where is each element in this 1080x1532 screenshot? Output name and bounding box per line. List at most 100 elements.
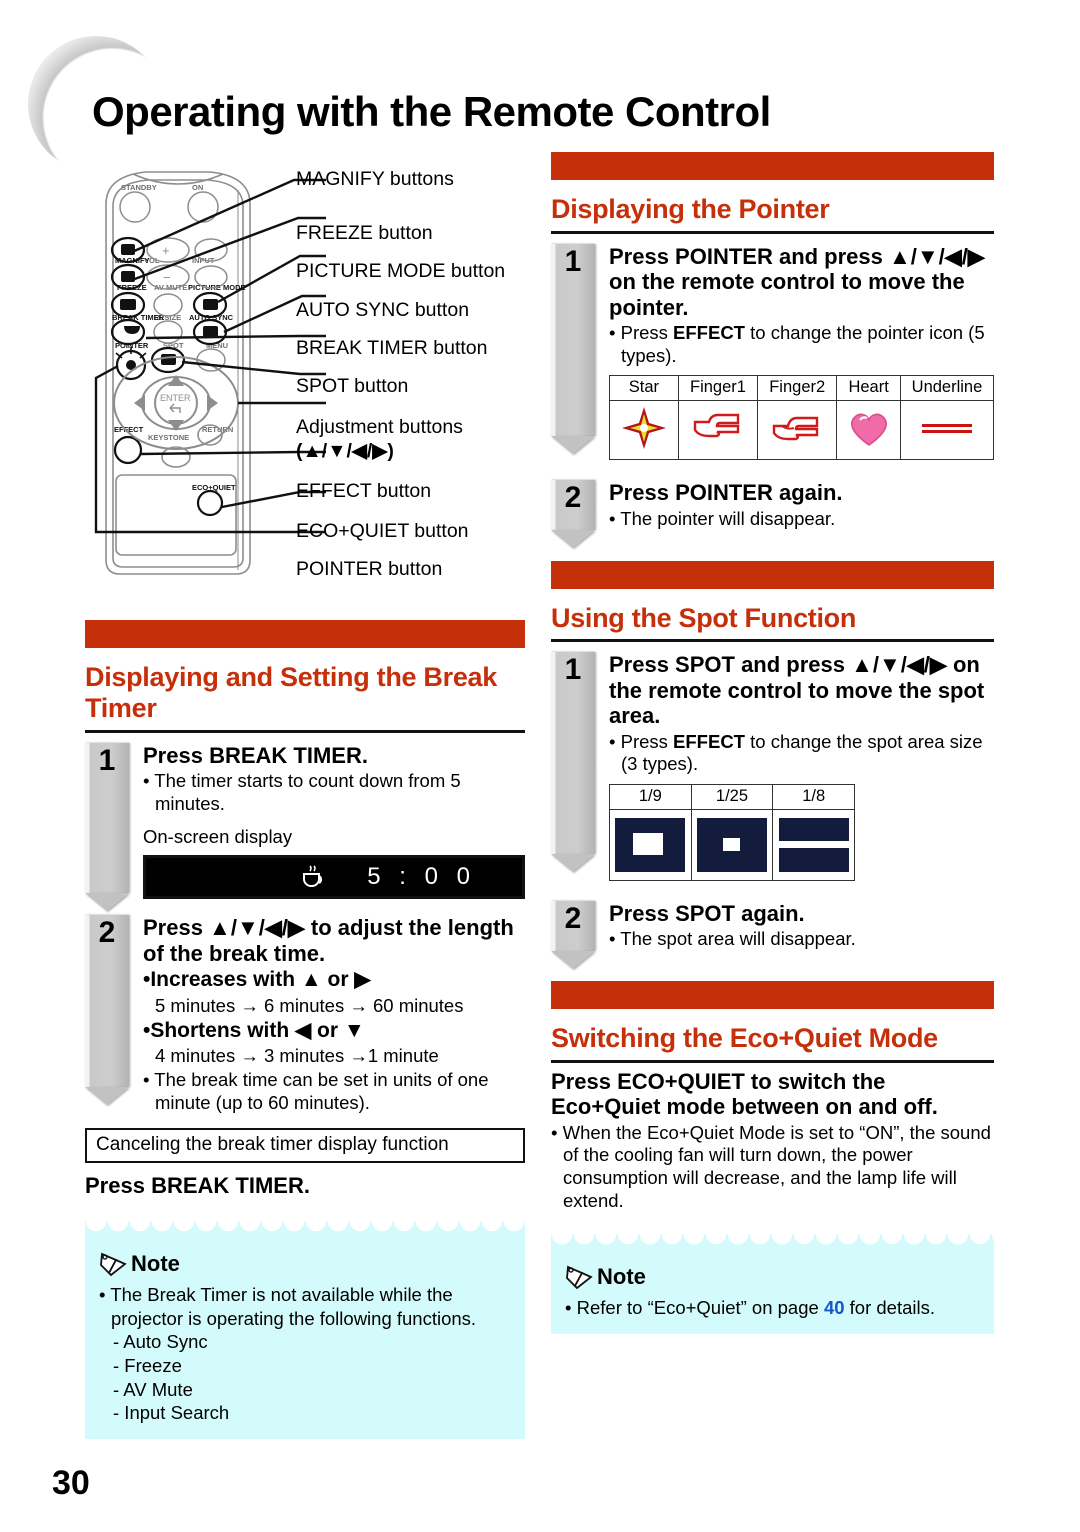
break-timer-step-1: 1 Press BREAK TIMER. • The timer starts … — [85, 742, 525, 911]
note-box-eco: Note • Refer to “Eco+Quiet” on page 40 f… — [551, 1234, 994, 1334]
left-column: Displaying and Setting the Break Timer 1… — [85, 620, 525, 1440]
bullet-pre: • Press — [609, 322, 674, 344]
press-word: Press — [609, 480, 676, 506]
again-word: again. — [772, 480, 843, 506]
step-number-1: 1 — [551, 652, 595, 855]
note-sub-item: - Input Search — [113, 1402, 230, 1424]
manual-page: Operating with the Remote Control STANDB… — [0, 0, 1080, 1532]
section-rule — [551, 230, 994, 234]
spot-step-2: 2 Press SPOT again. • The spot area will… — [551, 900, 994, 969]
svg-text:+: + — [162, 243, 170, 258]
note-sub-item: - Freeze — [113, 1355, 182, 1377]
spot-step-1: 1 Press SPOT and press ▲/▼/◀/▶ on the re… — [551, 652, 994, 881]
step-badge-2: 2 — [85, 915, 129, 1106]
callout-auto-sync: AUTO SYNC button — [296, 299, 470, 321]
note-header: Note — [99, 1251, 511, 1277]
step-badge-1: 1 — [551, 652, 595, 873]
svg-text:−: − — [163, 270, 171, 285]
keyword-break-timer: BREAK TIMER — [151, 1173, 304, 1199]
spot-size-1-9-cell — [609, 808, 692, 881]
note-box-break-timer: Note • The Break Timer is not available … — [85, 1221, 525, 1440]
spot-size-1-8-cell — [772, 808, 855, 881]
coffee-cup-icon — [303, 865, 323, 888]
table-row-headers: Star Finger1 Finger2 Heart Underline — [609, 375, 995, 402]
pointer-icon-header: Underline — [899, 375, 995, 402]
note-scallop-edge — [551, 1234, 994, 1246]
star-pointer-cell — [609, 400, 679, 461]
spot-size-header: 1/9 — [609, 783, 692, 810]
spot-size-header: 1/8 — [772, 783, 855, 810]
page-number: 30 — [52, 1464, 90, 1502]
heart-pointer-cell — [836, 400, 901, 461]
pointer-icon-table: Star Finger1 Finger2 Heart Underline — [609, 375, 995, 461]
svg-text:ON: ON — [192, 183, 203, 192]
section-title-pointer: Displaying the Pointer — [551, 194, 830, 224]
bullet-pre: • Press — [609, 730, 674, 752]
pointer-icon-header: Finger1 — [677, 375, 759, 402]
callout-freeze: FREEZE button — [296, 222, 433, 244]
again-word: again. — [734, 900, 805, 926]
keyword-eco-quiet: ECO+QUIET — [617, 1068, 745, 1094]
section-rule — [551, 639, 994, 643]
break-timer-step-2-head: Press ▲/▼/◀/▶ to adjust the length of th… — [143, 915, 514, 966]
spot-window — [778, 840, 849, 848]
note-label: Note — [131, 1251, 180, 1277]
table-row-previews — [609, 808, 855, 881]
callout-spot: SPOT button — [296, 375, 409, 397]
underline-icon — [921, 423, 972, 433]
callout-eco-quiet: ECO+QUIET button — [296, 520, 469, 542]
heart-icon — [850, 413, 887, 446]
step-number-2: 2 — [85, 915, 129, 1088]
pencil-icon — [100, 1252, 127, 1277]
spot-preview-1-8 — [778, 817, 849, 872]
note-label: Note — [597, 1264, 646, 1290]
pointer-step-2-head: Press POINTER again. — [609, 480, 994, 506]
break-timer-units-bullet: • The break time can be set in units of … — [143, 1069, 489, 1113]
press-word: Press — [609, 900, 676, 926]
step-badge-tip — [85, 892, 129, 911]
remote-control-figure: STANDBY ON VOL INPUT AV MUTE RESIZE SPOT ME… — [88, 160, 528, 580]
step-badge-1: 1 — [85, 742, 129, 911]
table-row-headers: 1/9 1/25 1/8 — [609, 783, 855, 810]
section-bar-break-timer — [85, 620, 525, 648]
shorten-label: •Shortens with ◀ or ▼ — [143, 1018, 365, 1042]
keyword-effect: EFFECT — [673, 322, 745, 344]
spot-step-1-head: Press SPOT and press ▲/▼/◀/▶ on the remo… — [609, 652, 985, 729]
step-number-1: 1 — [85, 742, 129, 893]
step-badge-tip — [551, 950, 595, 969]
finger2-icon — [772, 416, 819, 441]
step-number-2: 2 — [551, 900, 595, 951]
press-word: Press — [143, 742, 210, 768]
underline-pointer-cell — [899, 400, 995, 461]
note-item: • The Break Timer is not available while… — [99, 1284, 477, 1329]
note-scallop-edge — [85, 1221, 525, 1233]
spot-window — [722, 837, 740, 851]
callout-adjustment-arrows: (▲/▼/◀/▶) — [296, 440, 394, 462]
keyword-spot: SPOT — [675, 900, 735, 926]
finger1-icon — [693, 413, 740, 438]
cancel-break-timer-box: Canceling the break timer display functi… — [85, 1128, 525, 1164]
osd-label: On-screen display — [143, 826, 293, 848]
callout-magnify: MAGNIFY buttons — [296, 168, 454, 190]
svg-text:ENTER: ENTER — [160, 393, 191, 403]
step-badge-2: 2 — [551, 480, 595, 549]
pointer-step-1: 1 Press POINTER and press ▲/▼/◀/▶ on the… — [551, 243, 995, 461]
spot-size-1-25-cell — [690, 808, 774, 881]
spot-step-2-head: Press SPOT again. — [609, 901, 994, 927]
svg-text:STANDBY: STANDBY — [121, 183, 157, 192]
page-reference-link[interactable]: 40 — [824, 1297, 845, 1318]
keyword-break-timer: BREAK TIMER — [209, 742, 362, 768]
callout-picture-mode: PICTURE MODE button — [296, 260, 506, 282]
increase-label: •Increases with ▲ or ▶ — [143, 968, 371, 992]
eco-quiet-section: Switching the Eco+Quiet Mode Press ECO+Q… — [551, 981, 994, 1334]
section-rule — [85, 729, 525, 733]
table-row-icons — [609, 400, 995, 461]
callout-break-timer: BREAK TIMER button — [296, 337, 488, 359]
step-badge-1: 1 — [551, 243, 595, 454]
pointer-step-2-bullet: • The pointer will disappear. — [609, 507, 836, 529]
note-header: Note — [565, 1264, 980, 1290]
osd-time-value: 5 : 0 0 — [367, 863, 476, 891]
on-screen-display: 5 : 0 0 — [143, 855, 525, 900]
pointer-step-2: 2 Press POINTER again. • The pointer wil… — [551, 480, 994, 549]
callout-adjustment: Adjustment buttons — [296, 416, 463, 438]
